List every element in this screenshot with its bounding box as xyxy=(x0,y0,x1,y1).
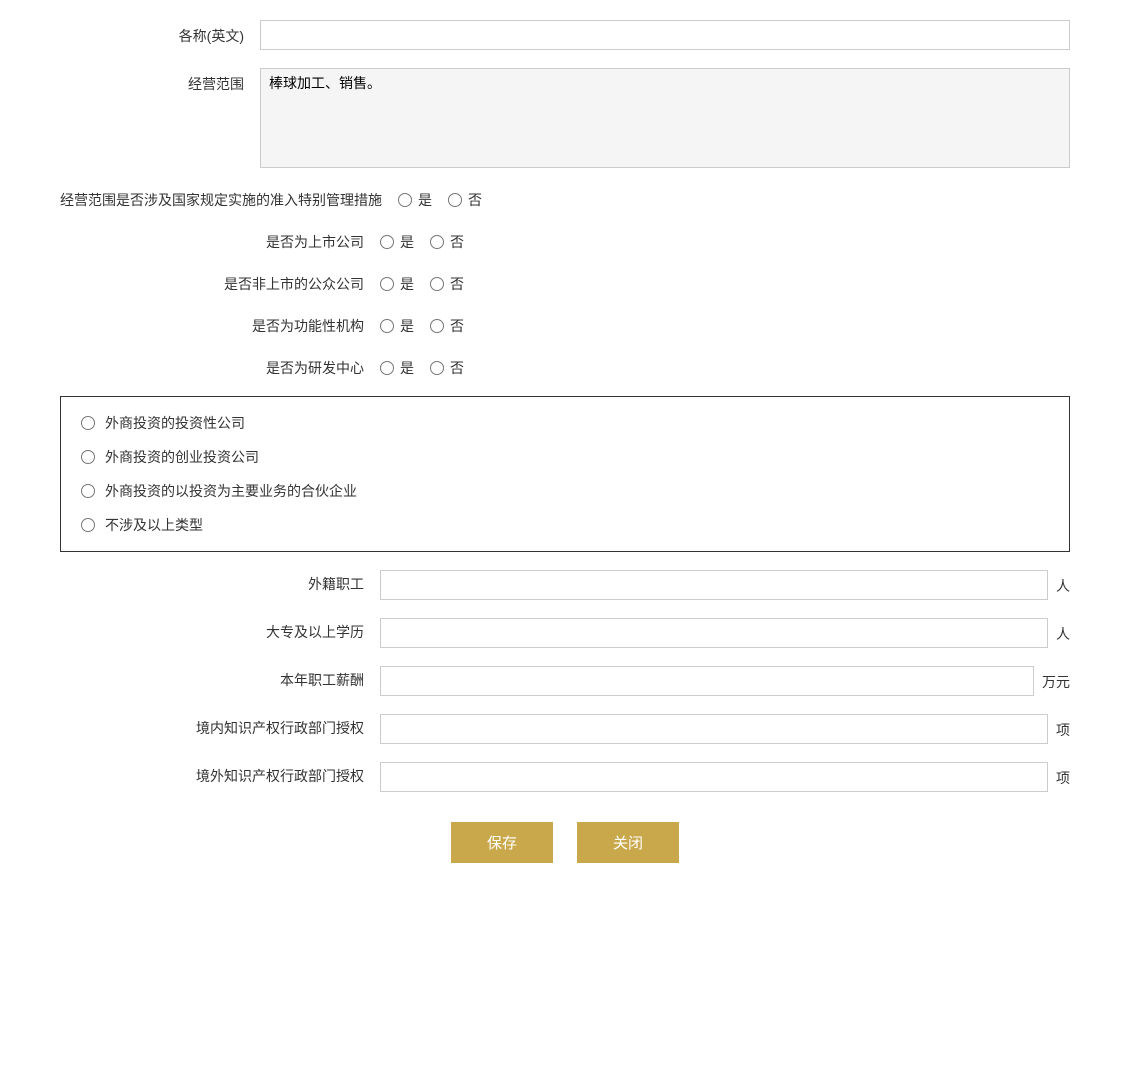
investment-type-label-1[interactable]: 外商投资的投资性公司 xyxy=(105,413,245,433)
college-edu-unit: 人 xyxy=(1048,618,1070,644)
rd-no-pair: 否 xyxy=(430,358,464,378)
rd-center-yes-radio[interactable] xyxy=(380,361,394,375)
special-management-no-pair: 否 xyxy=(448,190,482,210)
non-listed-public-row: 是否非上市的公众公司 是 否 xyxy=(60,270,1070,294)
listed-company-label: 是否为上市公司 xyxy=(60,228,380,252)
non-listed-public-no-radio[interactable] xyxy=(430,277,444,291)
checkbox-option3-row[interactable]: 外商投资的以投资为主要业务的合伙企业 xyxy=(81,481,1049,501)
functional-org-yes-label[interactable]: 是 xyxy=(400,316,414,336)
special-management-label: 经营范围是否涉及国家规定实施的准入特别管理措施 xyxy=(60,186,398,210)
fo-no-pair: 否 xyxy=(430,316,464,336)
rd-center-label: 是否为研发中心 xyxy=(60,354,380,378)
non-listed-public-yes-label[interactable]: 是 xyxy=(400,274,414,294)
name-english-row: 各称(英文) xyxy=(60,20,1070,50)
salary-row: 本年职工薪酬 万元 xyxy=(60,666,1070,696)
form-container: 各称(英文) 经营范围 棒球加工、销售。 经营范围是否涉及国家规定实施的准入特别… xyxy=(60,20,1070,863)
listed-company-yes-label[interactable]: 是 xyxy=(400,232,414,252)
foreign-staff-unit: 人 xyxy=(1048,570,1070,596)
non-listed-public-yes-radio[interactable] xyxy=(380,277,394,291)
investment-type-label-4[interactable]: 不涉及以上类型 xyxy=(105,515,203,535)
special-management-yes-pair: 是 xyxy=(398,190,432,210)
rd-center-row: 是否为研发中心 是 否 xyxy=(60,354,1070,378)
non-listed-public-radio-group: 是 否 xyxy=(380,270,480,294)
checkbox-option1-row[interactable]: 外商投资的投资性公司 xyxy=(81,413,1049,433)
name-english-input[interactable] xyxy=(260,20,1070,50)
salary-unit: 万元 xyxy=(1034,666,1070,692)
fo-yes-pair: 是 xyxy=(380,316,414,336)
special-management-radio-group: 是 否 xyxy=(398,186,498,210)
investment-type-radio-2[interactable] xyxy=(81,450,95,464)
listed-company-row: 是否为上市公司 是 否 xyxy=(60,228,1070,252)
foreign-ip-input[interactable] xyxy=(380,762,1048,792)
checkbox-option4-row[interactable]: 不涉及以上类型 xyxy=(81,515,1049,535)
college-edu-input[interactable] xyxy=(380,618,1048,648)
functional-org-row: 是否为功能性机构 是 否 xyxy=(60,312,1070,336)
foreign-staff-label: 外籍职工 xyxy=(60,570,380,594)
nlp-yes-pair: 是 xyxy=(380,274,414,294)
functional-org-radio-group: 是 否 xyxy=(380,312,480,336)
investment-type-label-2[interactable]: 外商投资的创业投资公司 xyxy=(105,447,259,467)
college-edu-row: 大专及以上学历 人 xyxy=(60,618,1070,648)
investment-type-box: 外商投资的投资性公司 外商投资的创业投资公司 外商投资的以投资为主要业务的合伙企… xyxy=(60,396,1070,552)
investment-type-radio-1[interactable] xyxy=(81,416,95,430)
salary-label: 本年职工薪酬 xyxy=(60,666,380,690)
foreign-ip-row: 境外知识产权行政部门授权 项 xyxy=(60,762,1070,792)
rd-center-no-radio[interactable] xyxy=(430,361,444,375)
investment-type-radio-3[interactable] xyxy=(81,484,95,498)
rd-yes-pair: 是 xyxy=(380,358,414,378)
functional-org-no-radio[interactable] xyxy=(430,319,444,333)
business-scope-label: 经营范围 xyxy=(60,68,260,94)
business-scope-row: 经营范围 棒球加工、销售。 xyxy=(60,68,1070,168)
foreign-ip-label: 境外知识产权行政部门授权 xyxy=(60,762,380,786)
listed-company-radio-group: 是 否 xyxy=(380,228,480,252)
functional-org-label: 是否为功能性机构 xyxy=(60,312,380,336)
investment-type-label-3[interactable]: 外商投资的以投资为主要业务的合伙企业 xyxy=(105,481,357,501)
checkbox-option2-row[interactable]: 外商投资的创业投资公司 xyxy=(81,447,1049,467)
college-edu-label: 大专及以上学历 xyxy=(60,618,380,642)
non-listed-public-label: 是否非上市的公众公司 xyxy=(60,270,380,294)
functional-org-no-label[interactable]: 否 xyxy=(450,316,464,336)
button-row: 保存 关闭 xyxy=(60,822,1070,863)
investment-type-radio-4[interactable] xyxy=(81,518,95,532)
rd-center-yes-label[interactable]: 是 xyxy=(400,358,414,378)
domestic-ip-unit: 项 xyxy=(1048,714,1070,740)
domestic-ip-label: 境内知识产权行政部门授权 xyxy=(60,714,380,738)
foreign-ip-unit: 项 xyxy=(1048,762,1070,788)
salary-input[interactable] xyxy=(380,666,1034,696)
listed-company-no-label[interactable]: 否 xyxy=(450,232,464,252)
listed-company-no-radio[interactable] xyxy=(430,235,444,249)
rd-center-no-label[interactable]: 否 xyxy=(450,358,464,378)
domestic-ip-row: 境内知识产权行政部门授权 项 xyxy=(60,714,1070,744)
special-management-yes-label[interactable]: 是 xyxy=(418,190,432,210)
special-management-row: 经营范围是否涉及国家规定实施的准入特别管理措施 是 否 xyxy=(60,186,1070,210)
close-button[interactable]: 关闭 xyxy=(577,822,679,863)
save-button[interactable]: 保存 xyxy=(451,822,553,863)
rd-center-radio-group: 是 否 xyxy=(380,354,480,378)
special-management-yes-radio[interactable] xyxy=(398,193,412,207)
listed-company-yes-radio[interactable] xyxy=(380,235,394,249)
business-scope-textarea[interactable]: 棒球加工、销售。 xyxy=(260,68,1070,168)
listed-yes-pair: 是 xyxy=(380,232,414,252)
nlp-no-pair: 否 xyxy=(430,274,464,294)
domestic-ip-input[interactable] xyxy=(380,714,1048,744)
special-management-no-label[interactable]: 否 xyxy=(468,190,482,210)
listed-no-pair: 否 xyxy=(430,232,464,252)
foreign-staff-input[interactable] xyxy=(380,570,1048,600)
name-english-label: 各称(英文) xyxy=(60,20,260,46)
foreign-staff-row: 外籍职工 人 xyxy=(60,570,1070,600)
special-management-no-radio[interactable] xyxy=(448,193,462,207)
functional-org-yes-radio[interactable] xyxy=(380,319,394,333)
non-listed-public-no-label[interactable]: 否 xyxy=(450,274,464,294)
